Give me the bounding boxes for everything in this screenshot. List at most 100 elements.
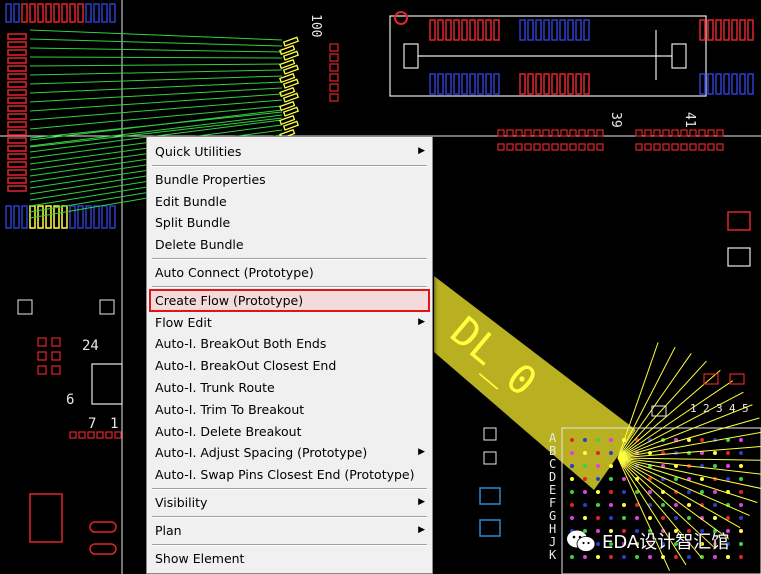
menu-item-auto-i-delete-breakout[interactable]: Auto-I. Delete Breakout [150, 421, 429, 442]
menu-item-delete-bundle[interactable]: Delete Bundle [150, 234, 429, 255]
net-line [29, 56, 283, 59]
menu-item-label: Plan [155, 522, 182, 538]
menu-item-flow-edit[interactable]: Flow Edit ▶ [150, 312, 429, 333]
net-line [29, 81, 283, 94]
menu-item-label: Edit Bundle [155, 193, 227, 209]
pin [429, 73, 436, 95]
pin [7, 49, 27, 56]
net-line [29, 29, 283, 41]
menu-separator [152, 488, 427, 490]
pad [37, 337, 47, 347]
pin [535, 73, 542, 95]
pin [7, 153, 27, 160]
menu-item-auto-i-trim-to-breakout[interactable]: Auto-I. Trim To Breakout [150, 399, 429, 420]
menu-item-auto-i-adjust-spacing-prototype[interactable]: Auto-I. Adjust Spacing (Prototype) ▶ [150, 442, 429, 463]
bga-pin [739, 529, 743, 533]
bga-pin [648, 516, 652, 520]
pin-number: 4 [729, 402, 736, 415]
pad [479, 519, 501, 537]
bga-pin [739, 451, 743, 455]
pad [727, 247, 751, 267]
pin [7, 105, 27, 112]
bga-pin [713, 503, 717, 507]
pad [497, 143, 505, 151]
menu-item-bundle-properties[interactable]: Bundle Properties [150, 169, 429, 190]
pad [727, 211, 751, 231]
pin-letter: B [549, 444, 556, 458]
pin [109, 3, 116, 23]
pad [515, 143, 523, 151]
pad [524, 143, 532, 151]
menu-separator [152, 285, 427, 288]
menu-item-visibility[interactable]: Visibility ▶ [150, 492, 429, 513]
pad [524, 129, 532, 137]
pin [282, 36, 300, 47]
menu-item-auto-i-swap-pins-closest-end-prototype[interactable]: Auto-I. Swap Pins Closest End (Prototype… [150, 464, 429, 485]
pin [7, 177, 27, 184]
menu-item-auto-i-breakout-closest-end[interactable]: Auto-I. BreakOut Closest End [150, 355, 429, 376]
menu-item-label: Visibility [155, 495, 208, 510]
pad [635, 129, 643, 137]
pad [698, 143, 706, 151]
net-line [29, 87, 283, 103]
pad [569, 129, 577, 137]
pin-letter: H [549, 522, 556, 536]
pad [37, 351, 47, 361]
pin [101, 205, 108, 229]
pin [445, 19, 452, 41]
pin [453, 73, 460, 95]
bga-pin [596, 464, 600, 468]
ruler-label-1: 1 [110, 416, 118, 432]
pad [329, 63, 339, 72]
bga-pin [570, 438, 574, 442]
submenu-arrow-icon: ▶ [418, 146, 425, 156]
bga-pin [739, 464, 743, 468]
menu-separator [152, 164, 427, 167]
pin-number: 5 [742, 402, 749, 415]
pad [596, 129, 604, 137]
pin [527, 19, 534, 41]
bga-pin [583, 451, 587, 455]
watermark: EDA设计智汇馆 [566, 526, 729, 556]
context-menu: Quick Utilities ▶ Bundle Properties Edit Bu… [146, 136, 433, 574]
bga-pin [739, 542, 743, 546]
menu-item-create-flow-prototype[interactable]: Create Flow (Prototype) [149, 288, 430, 312]
pin [61, 3, 68, 23]
menu-item-split-bundle[interactable]: Split Bundle [150, 212, 429, 233]
bga-pin [596, 503, 600, 507]
pin [5, 3, 12, 23]
pad [51, 365, 61, 375]
pad [671, 143, 679, 151]
pin [7, 57, 27, 64]
pin [7, 137, 27, 144]
pcb-editor-canvas[interactable]: 100 39 41 24 7 1 6 DL_0 ABCDEFGHJK 12345… [0, 0, 761, 574]
pin [453, 19, 460, 41]
menu-item-label: Auto-I. Trim To Breakout [155, 401, 305, 417]
pad [114, 431, 122, 439]
pin [61, 205, 68, 229]
menu-item-edit-bundle[interactable]: Edit Bundle [150, 191, 429, 212]
menu-item-plan[interactable]: Plan ▶ [150, 520, 429, 541]
bga-pin [726, 451, 730, 455]
pin [461, 19, 468, 41]
bga-pin [739, 555, 743, 559]
pin [707, 73, 714, 95]
bga-pin [700, 477, 704, 481]
menu-item-auto-i-breakout-both-ends[interactable]: Auto-I. BreakOut Both Ends [150, 333, 429, 354]
pin [7, 161, 27, 168]
pin [7, 129, 27, 136]
pin [707, 19, 714, 41]
menu-item-auto-i-trunk-route[interactable]: Auto-I. Trunk Route [150, 377, 429, 398]
pad [635, 143, 643, 151]
menu-item-quick-utilities[interactable]: Quick Utilities ▶ [150, 141, 429, 162]
pin-number: 2 [703, 402, 710, 415]
menu-item-show-element[interactable]: Show Element [150, 548, 429, 569]
pin [109, 205, 116, 229]
pin [7, 33, 27, 40]
pad [653, 143, 661, 151]
net-line [29, 63, 283, 67]
bga-pin [570, 464, 574, 468]
menu-item-label: Bundle Properties [155, 171, 266, 187]
menu-item-auto-connect-prototype[interactable]: Auto Connect (Prototype) [150, 262, 429, 283]
pin [731, 19, 738, 41]
